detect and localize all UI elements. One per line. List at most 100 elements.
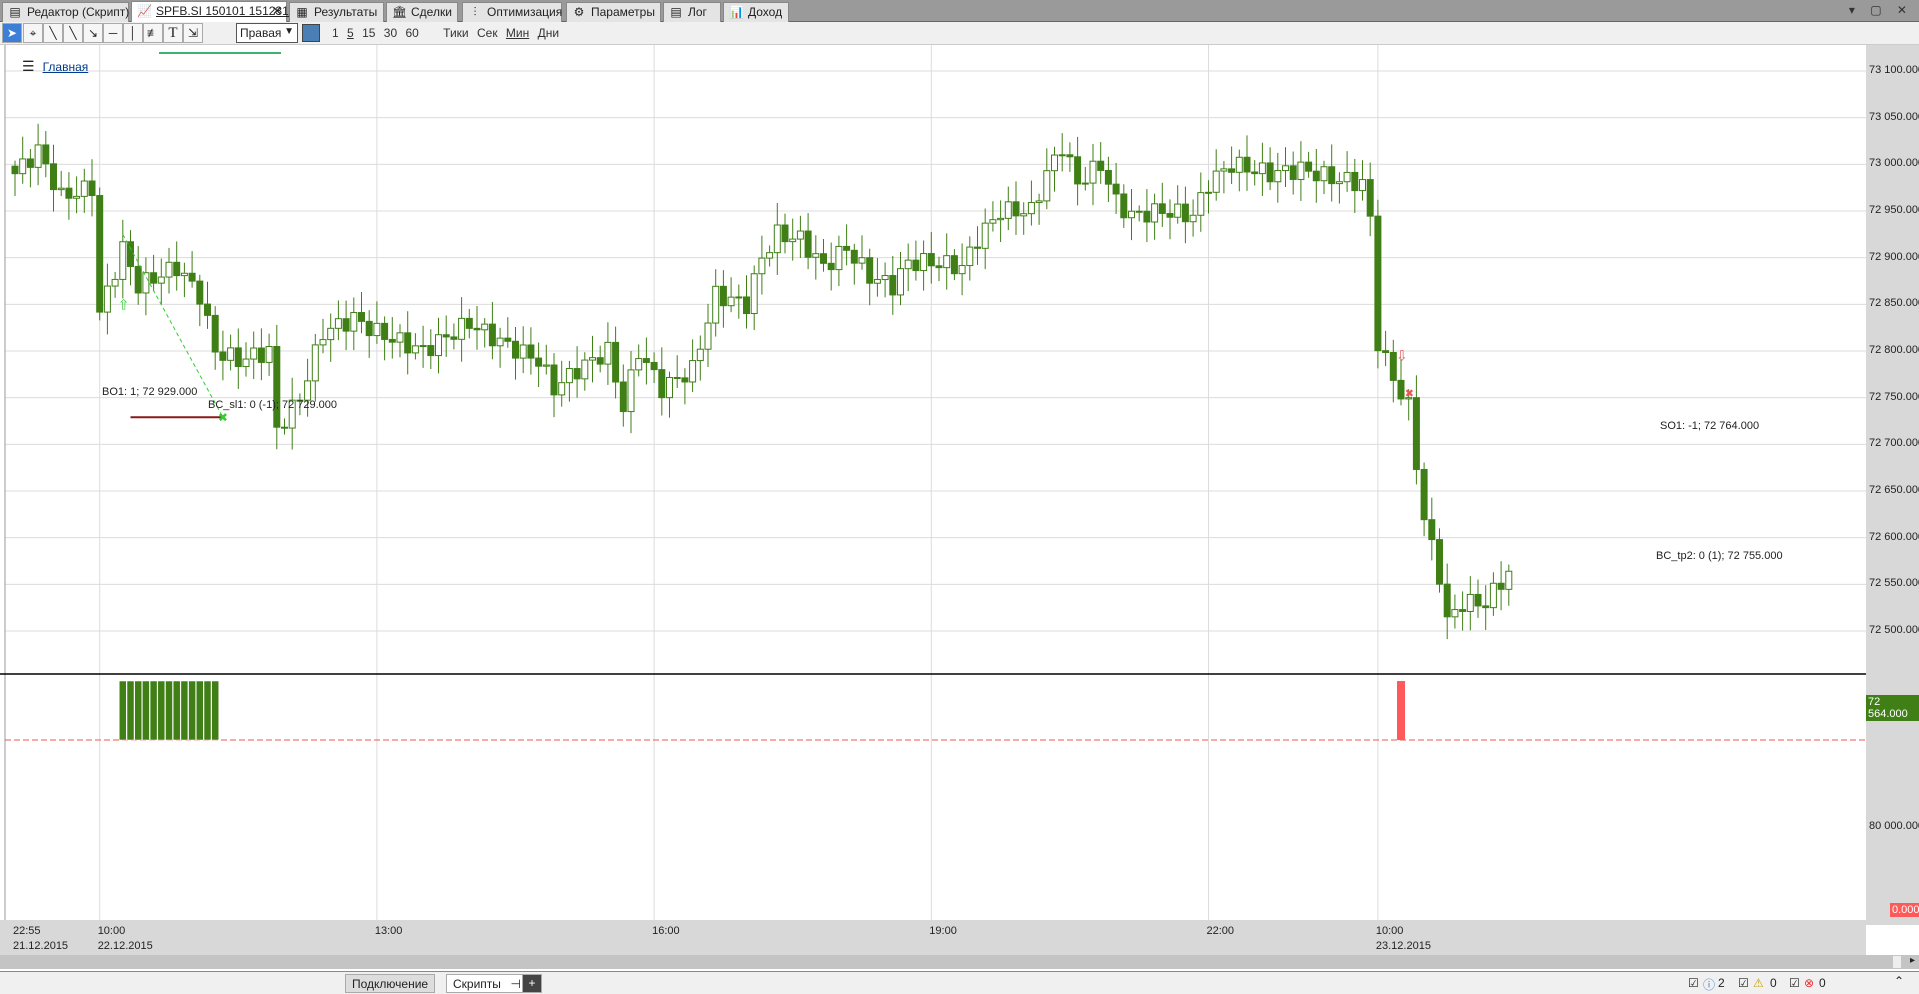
candle-down xyxy=(88,180,96,197)
tab-label: Сделки xyxy=(411,5,452,19)
candle-up xyxy=(80,180,88,197)
candle-up xyxy=(334,318,342,329)
vertical-line-tool[interactable]: │ xyxy=(123,23,143,43)
candle-up xyxy=(1043,170,1051,202)
tab-deals[interactable]: 🏛 Сделки xyxy=(386,2,458,22)
price-tick-label: 72 850.000 xyxy=(1869,297,1919,310)
candle-down xyxy=(1289,165,1297,180)
annotation-sell-open: SO1: -1; 72 764.000 xyxy=(1660,420,1760,432)
candle-down xyxy=(173,261,181,277)
candle-up xyxy=(396,332,404,343)
unit-ticks[interactable]: Тики xyxy=(443,26,468,40)
period-60[interactable]: 60 xyxy=(405,26,418,40)
buy-arrow-icon: ⇧ xyxy=(118,296,130,312)
tab-income[interactable]: 📊 Доход xyxy=(723,2,789,22)
fibonacci-tool[interactable]: ≢ xyxy=(143,23,163,43)
candle-down xyxy=(26,158,34,168)
crosshair-tool[interactable]: ⌖ xyxy=(23,23,43,43)
candle-down xyxy=(950,255,958,275)
period-1[interactable]: 1 xyxy=(332,26,339,40)
gear-icon: ⚙ xyxy=(573,5,585,19)
warning-filter-checkbox[interactable]: ☑ xyxy=(1738,976,1749,990)
long-position-bar xyxy=(157,680,166,741)
candle-up xyxy=(180,272,188,277)
line-tool[interactable]: ╲ xyxy=(43,23,63,43)
tab-connection[interactable]: Подключение xyxy=(345,974,436,993)
delete-drawings-tool[interactable]: ⇲ xyxy=(183,23,203,43)
unit-days[interactable]: Дни xyxy=(538,26,559,40)
tab-chart[interactable]: 📈 SPFB.SI 150101 151231:5M ✕ xyxy=(131,1,309,23)
price-chart[interactable]: ⇧ ✖ ⇩ ✖ xyxy=(0,45,1866,925)
tab-script-editor[interactable]: ▤ Редактор (Скрипт) xyxy=(2,2,129,22)
candle-down xyxy=(204,303,211,316)
ray-tool[interactable]: ╲ xyxy=(63,23,83,43)
chevron-down-icon: ▼ xyxy=(284,26,294,37)
error-count: 0 xyxy=(1819,976,1826,990)
scroll-thumb[interactable] xyxy=(1893,956,1901,968)
arrow-line-tool[interactable]: ↘ xyxy=(83,23,103,43)
color-picker-button[interactable] xyxy=(302,24,320,42)
add-tab-button[interactable]: + xyxy=(522,974,542,993)
deals-icon: 🏛 xyxy=(392,5,408,19)
candle-down xyxy=(820,253,827,264)
candle-up xyxy=(542,364,550,367)
scroll-right-icon[interactable]: ▸ xyxy=(1910,955,1915,966)
time-tick-label: 10:00 22.12.2015 xyxy=(97,925,153,952)
window-buttons[interactable]: ▾ ▢ ✕ xyxy=(1849,3,1913,17)
expand-panel-icon[interactable]: ⌃ xyxy=(1894,974,1904,988)
unit-minutes[interactable]: Мин xyxy=(506,26,529,40)
cursor-tool[interactable]: ➤ xyxy=(2,23,22,43)
candle-up xyxy=(304,380,312,401)
period-30[interactable]: 30 xyxy=(384,26,397,40)
candle-up xyxy=(242,358,250,368)
close-icon[interactable]: ✕ xyxy=(272,4,282,18)
candle-down xyxy=(804,230,812,258)
candle-down xyxy=(342,318,350,332)
time-tick-label: 10:00 23.12.2015 xyxy=(1375,925,1431,952)
candle-down xyxy=(96,195,104,313)
candle-up xyxy=(627,369,635,413)
error-filter-checkbox[interactable]: ☑ xyxy=(1789,976,1800,990)
candle-down xyxy=(1428,519,1436,541)
unit-seconds[interactable]: Сек xyxy=(477,26,498,40)
pin-icon[interactable]: ⊣ xyxy=(510,977,520,991)
candle-down xyxy=(1497,582,1505,590)
tab-scripts[interactable]: Скрипты ⊣ xyxy=(446,974,526,993)
candle-up xyxy=(327,327,335,341)
candle-up xyxy=(157,276,165,284)
candle-down xyxy=(219,351,227,361)
candle-down xyxy=(1305,161,1313,172)
time-tick-label: 13:00 xyxy=(374,925,403,937)
candle-up xyxy=(57,187,65,191)
candle-down xyxy=(974,246,981,249)
tab-label: Параметры xyxy=(591,5,655,19)
short-position-bar xyxy=(1397,681,1405,740)
text-tool[interactable]: T xyxy=(163,23,183,43)
period-15[interactable]: 15 xyxy=(362,26,375,40)
candle-up xyxy=(1004,201,1012,219)
info-filter-checkbox[interactable]: ☑ xyxy=(1688,976,1699,990)
candle-up xyxy=(1282,165,1289,172)
tab-parameters[interactable]: ⚙ Параметры xyxy=(566,2,661,22)
horizontal-scrollbar[interactable]: ▸ xyxy=(0,955,1919,969)
tab-results[interactable]: ▦ Результаты xyxy=(289,2,384,22)
candle-down xyxy=(642,358,650,363)
long-position-bar xyxy=(211,680,219,741)
exit-cross-icon: ✖ xyxy=(1405,388,1414,400)
axis-side-select[interactable]: Правая ▼ xyxy=(236,23,298,43)
warning-icon: ⚠ xyxy=(1753,976,1764,990)
candle-up xyxy=(1058,154,1066,157)
annotation-buy-close-take: BC_tp2: 0 (1); 72 755.000 xyxy=(1656,550,1783,562)
candle-up xyxy=(666,376,673,399)
candle-down xyxy=(188,272,196,282)
horizontal-line-tool[interactable]: ─ xyxy=(103,23,123,43)
main-panel-link[interactable]: Главная xyxy=(43,60,89,74)
candle-up xyxy=(1035,200,1043,204)
candle-up xyxy=(1320,166,1328,182)
tab-optimization[interactable]: ⫶ Оптимизация xyxy=(462,2,562,22)
tab-log[interactable]: ▤ Лог xyxy=(663,2,721,22)
period-5[interactable]: 5 xyxy=(347,26,354,40)
list-icon[interactable]: ☰ xyxy=(22,58,35,74)
long-position-bar xyxy=(196,680,204,741)
candle-down xyxy=(504,337,512,342)
